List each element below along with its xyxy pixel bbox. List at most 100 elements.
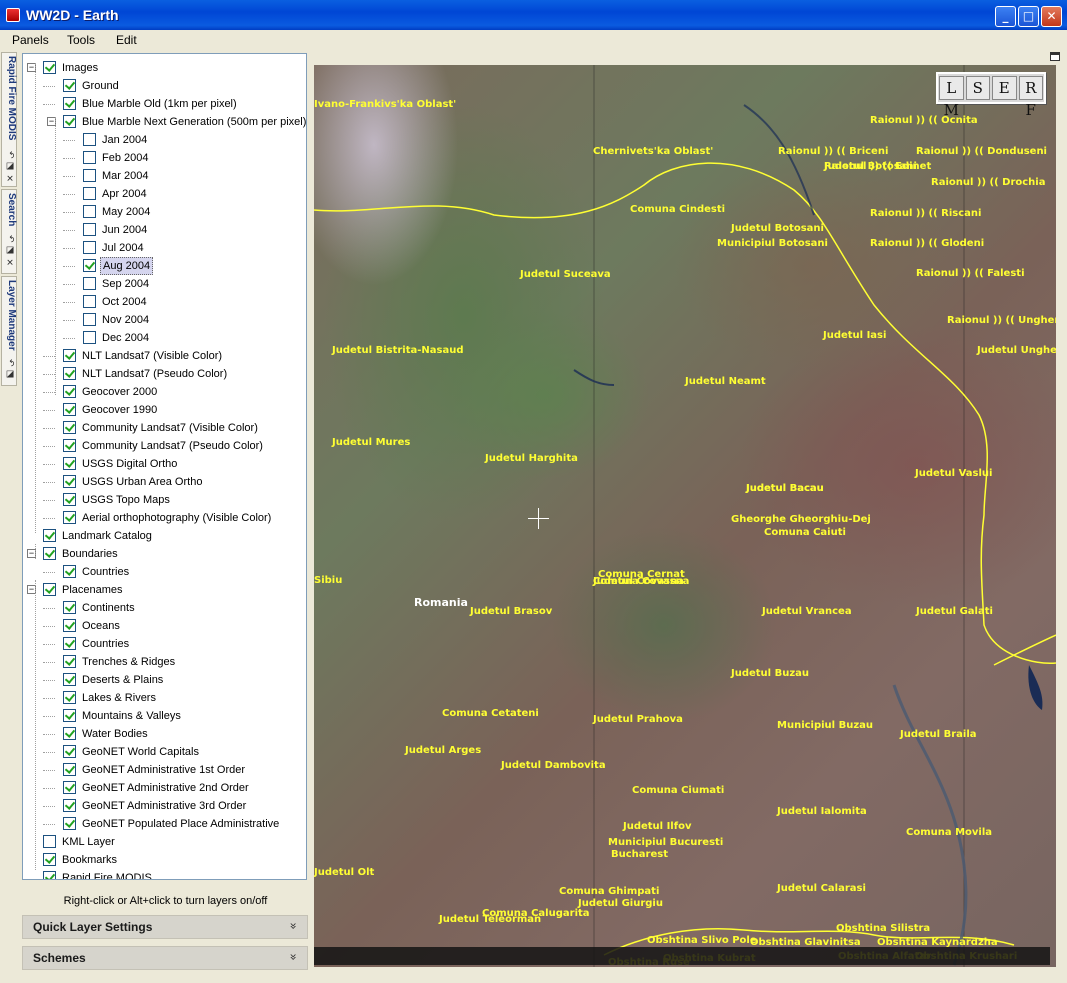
map-mode-s[interactable]: S (965, 76, 990, 100)
layer-checkbox[interactable] (63, 655, 76, 668)
layer-checkbox[interactable] (43, 61, 56, 74)
layer-row[interactable]: Oct 2004 (23, 293, 306, 311)
layer-checkbox[interactable] (63, 691, 76, 704)
chevron-down-icon[interactable]: » (286, 922, 300, 929)
layer-label[interactable]: Nov 2004 (100, 311, 151, 329)
layer-checkbox[interactable] (83, 241, 96, 254)
layer-label[interactable]: Jul 2004 (100, 239, 146, 257)
layer-label[interactable]: Landmark Catalog (60, 527, 154, 545)
schemes-header[interactable]: Schemes » (22, 946, 308, 970)
layer-label[interactable]: Mar 2004 (100, 167, 150, 185)
layer-row[interactable]: Ground (23, 77, 306, 95)
layer-checkbox[interactable] (83, 277, 96, 290)
layer-row[interactable]: USGS Topo Maps (23, 491, 306, 509)
layer-row[interactable]: GeoNET Administrative 2nd Order (23, 779, 306, 797)
menu-edit[interactable]: Edit (116, 33, 137, 47)
layer-checkbox[interactable] (63, 79, 76, 92)
layer-checkbox[interactable] (83, 205, 96, 218)
layer-checkbox[interactable] (43, 835, 56, 848)
layer-label[interactable]: Ground (80, 77, 121, 95)
layer-label[interactable]: Apr 2004 (100, 185, 149, 203)
map-mode-rf[interactable]: R F (1018, 76, 1043, 119)
layer-checkbox[interactable] (83, 169, 96, 182)
layer-checkbox[interactable] (63, 439, 76, 452)
layer-row[interactable]: Jul 2004 (23, 239, 306, 257)
layer-row[interactable]: Aerial orthophotography (Visible Color) (23, 509, 306, 527)
layer-row[interactable]: Aug 2004 (23, 257, 306, 275)
earth-map-view[interactable]: Ivano-Frankivs'ka Oblast' Raionul )) (( O… (314, 65, 1056, 967)
tab-search-controls-icon[interactable]: ↶ ◪ ✕ (4, 235, 15, 268)
layer-row[interactable]: Geocover 2000 (23, 383, 306, 401)
layer-label[interactable]: Community Landsat7 (Pseudo Color) (80, 437, 265, 455)
layer-row[interactable]: Geocover 1990 (23, 401, 306, 419)
layer-checkbox[interactable] (83, 187, 96, 200)
layer-label[interactable]: Deserts & Plains (80, 671, 165, 689)
layer-checkbox[interactable] (63, 115, 76, 128)
layer-label[interactable]: May 2004 (100, 203, 152, 221)
layer-checkbox[interactable] (63, 781, 76, 794)
layer-label[interactable]: Blue Marble Old (1km per pixel) (80, 95, 239, 113)
layer-checkbox[interactable] (63, 727, 76, 740)
tab-layer-manager[interactable]: Layer Manager ↶ ◪ (1, 276, 17, 386)
layer-row[interactable]: Jun 2004 (23, 221, 306, 239)
layer-checkbox[interactable] (63, 709, 76, 722)
layer-label[interactable]: Feb 2004 (100, 149, 150, 167)
layer-row[interactable]: Mountains & Valleys (23, 707, 306, 725)
quick-layer-settings-header[interactable]: Quick Layer Settings » (22, 915, 308, 939)
layer-checkbox[interactable] (63, 763, 76, 776)
layer-checkbox[interactable] (83, 223, 96, 236)
layer-label[interactable]: USGS Urban Area Ortho (80, 473, 204, 491)
layer-tree[interactable]: − Images Ground Blue Marble Old (1km per pi… (22, 53, 307, 880)
layer-checkbox[interactable] (63, 97, 76, 110)
layer-checkbox[interactable] (63, 601, 76, 614)
layer-checkbox[interactable] (63, 367, 76, 380)
layer-row[interactable]: Countries (23, 563, 306, 581)
layer-label[interactable]: Sep 2004 (100, 275, 151, 293)
tab-rapid-fire-modis[interactable]: Rapid Fire MODIS ↶ ◪ ✕ (1, 52, 17, 187)
layer-checkbox[interactable] (83, 313, 96, 326)
layer-label[interactable]: GeoNET Administrative 1st Order (80, 761, 247, 779)
layer-checkbox[interactable] (63, 457, 76, 470)
layer-label[interactable]: Boundaries (60, 545, 120, 563)
layer-row[interactable]: KML Layer (23, 833, 306, 851)
layer-row[interactable]: Dec 2004 (23, 329, 306, 347)
layer-row[interactable]: NLT Landsat7 (Pseudo Color) (23, 365, 306, 383)
layer-label[interactable]: Blue Marble Next Generation (500m per pi… (80, 113, 306, 131)
layer-label[interactable]: Aerial orthophotography (Visible Color) (80, 509, 273, 527)
layer-label[interactable]: Community Landsat7 (Visible Color) (80, 419, 260, 437)
layer-label[interactable]: Water Bodies (80, 725, 150, 743)
layer-row[interactable]: Continents (23, 599, 306, 617)
minimize-button[interactable]: _ (995, 6, 1016, 27)
layer-checkbox[interactable] (63, 511, 76, 524)
layer-label[interactable]: GeoNET Populated Place Administrative (80, 815, 281, 833)
layer-label[interactable]: Geocover 1990 (80, 401, 159, 419)
layer-row[interactable]: Mar 2004 (23, 167, 306, 185)
layer-row[interactable]: Sep 2004 (23, 275, 306, 293)
layer-checkbox[interactable] (63, 637, 76, 650)
layer-label[interactable]: Geocover 2000 (80, 383, 159, 401)
layer-row[interactable]: − Blue Marble Next Generation (500m per p… (23, 113, 306, 131)
layer-row[interactable]: NLT Landsat7 (Visible Color) (23, 347, 306, 365)
layer-row[interactable]: − Images (23, 59, 306, 77)
menu-tools[interactable]: Tools (67, 33, 95, 47)
layer-label[interactable]: GeoNET Administrative 2nd Order (80, 779, 251, 797)
layer-label[interactable]: USGS Topo Maps (80, 491, 172, 509)
layer-label[interactable]: Images (60, 59, 100, 77)
layer-label[interactable]: KML Layer (60, 833, 117, 851)
layer-row[interactable]: Bookmarks (23, 851, 306, 869)
maximize-map-icon[interactable] (1050, 52, 1060, 61)
layer-checkbox[interactable] (43, 853, 56, 866)
menu-panels[interactable]: Panels (12, 33, 49, 47)
tab-layer-manager-controls-icon[interactable]: ↶ ◪ (4, 359, 15, 379)
layer-row[interactable]: USGS Urban Area Ortho (23, 473, 306, 491)
layer-checkbox[interactable] (43, 529, 56, 542)
layer-checkbox[interactable] (63, 673, 76, 686)
chevron-down-icon[interactable]: » (286, 953, 300, 960)
layer-label[interactable]: GeoNET World Capitals (80, 743, 201, 761)
layer-row[interactable]: Water Bodies (23, 725, 306, 743)
layer-row[interactable]: − Placenames (23, 581, 306, 599)
layer-label[interactable]: Rapid Fire MODIS (60, 869, 154, 879)
layer-row[interactable]: Rapid Fire MODIS (23, 869, 306, 879)
layer-checkbox[interactable] (63, 403, 76, 416)
layer-row[interactable]: Community Landsat7 (Pseudo Color) (23, 437, 306, 455)
